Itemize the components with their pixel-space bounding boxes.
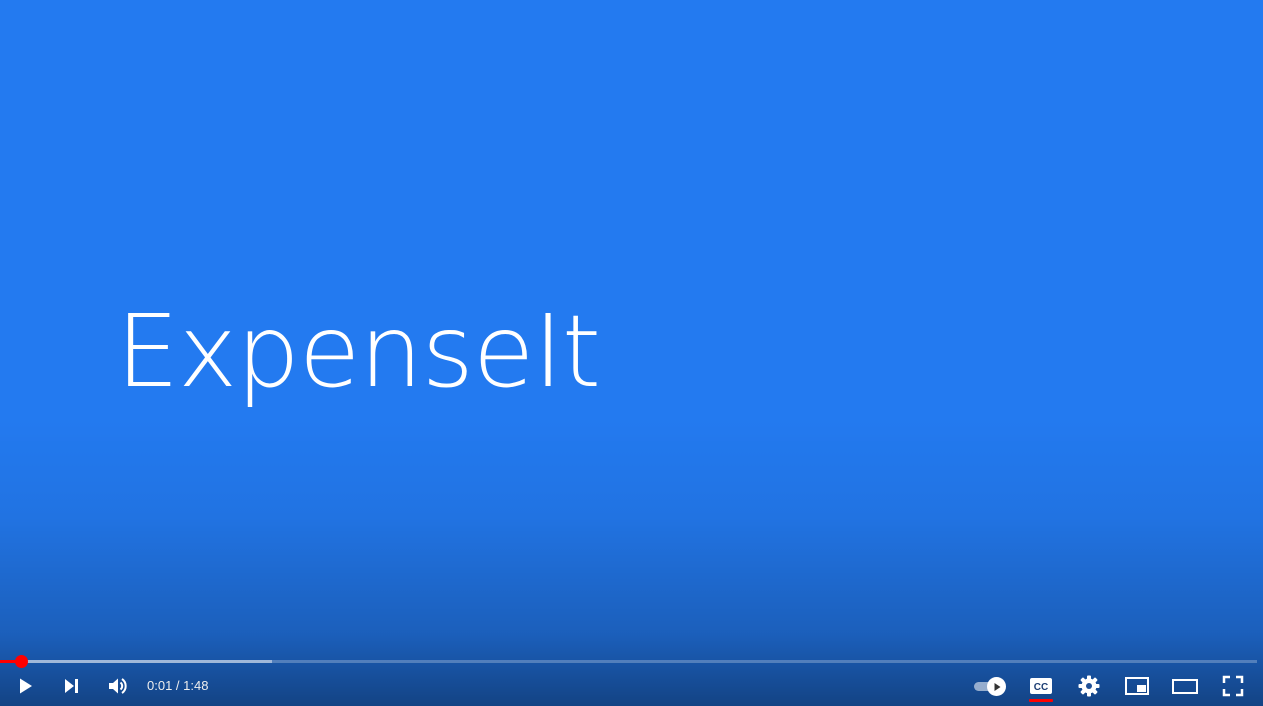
progress-buffered xyxy=(0,660,272,663)
fullscreen-icon xyxy=(1222,675,1244,697)
settings-icon xyxy=(1078,675,1100,697)
next-button[interactable] xyxy=(47,666,95,706)
autoplay-play-icon xyxy=(994,682,1000,691)
theater-mode-button[interactable] xyxy=(1161,666,1209,706)
captions-button[interactable]: CC xyxy=(1017,666,1065,706)
autoplay-toggle-knob xyxy=(987,677,1006,696)
video-frame[interactable]: ExpenseIt xyxy=(0,0,1263,706)
video-player[interactable]: ExpenseIt 0:01 / 1:48 CC xyxy=(0,0,1263,706)
fullscreen-button[interactable] xyxy=(1209,666,1257,706)
mute-button[interactable] xyxy=(94,666,142,706)
progress-bar[interactable] xyxy=(0,655,1257,668)
svg-text:CC: CC xyxy=(1034,682,1048,693)
captions-active-indicator xyxy=(1029,699,1053,702)
volume-icon xyxy=(109,678,127,694)
video-title-text: ExpenseIt xyxy=(116,293,601,410)
play-button[interactable] xyxy=(0,666,48,706)
miniplayer-button[interactable] xyxy=(1113,666,1161,706)
next-icon xyxy=(65,679,78,693)
captions-icon: CC xyxy=(1030,678,1052,694)
theater-mode-icon xyxy=(1172,679,1198,694)
autoplay-toggle[interactable] xyxy=(972,676,1008,696)
miniplayer-icon xyxy=(1125,677,1149,695)
player-controls: 0:01 / 1:48 CC xyxy=(0,666,1263,706)
time-display: 0:01 / 1:48 xyxy=(147,678,209,693)
settings-button[interactable] xyxy=(1065,666,1113,706)
play-icon xyxy=(20,678,32,694)
